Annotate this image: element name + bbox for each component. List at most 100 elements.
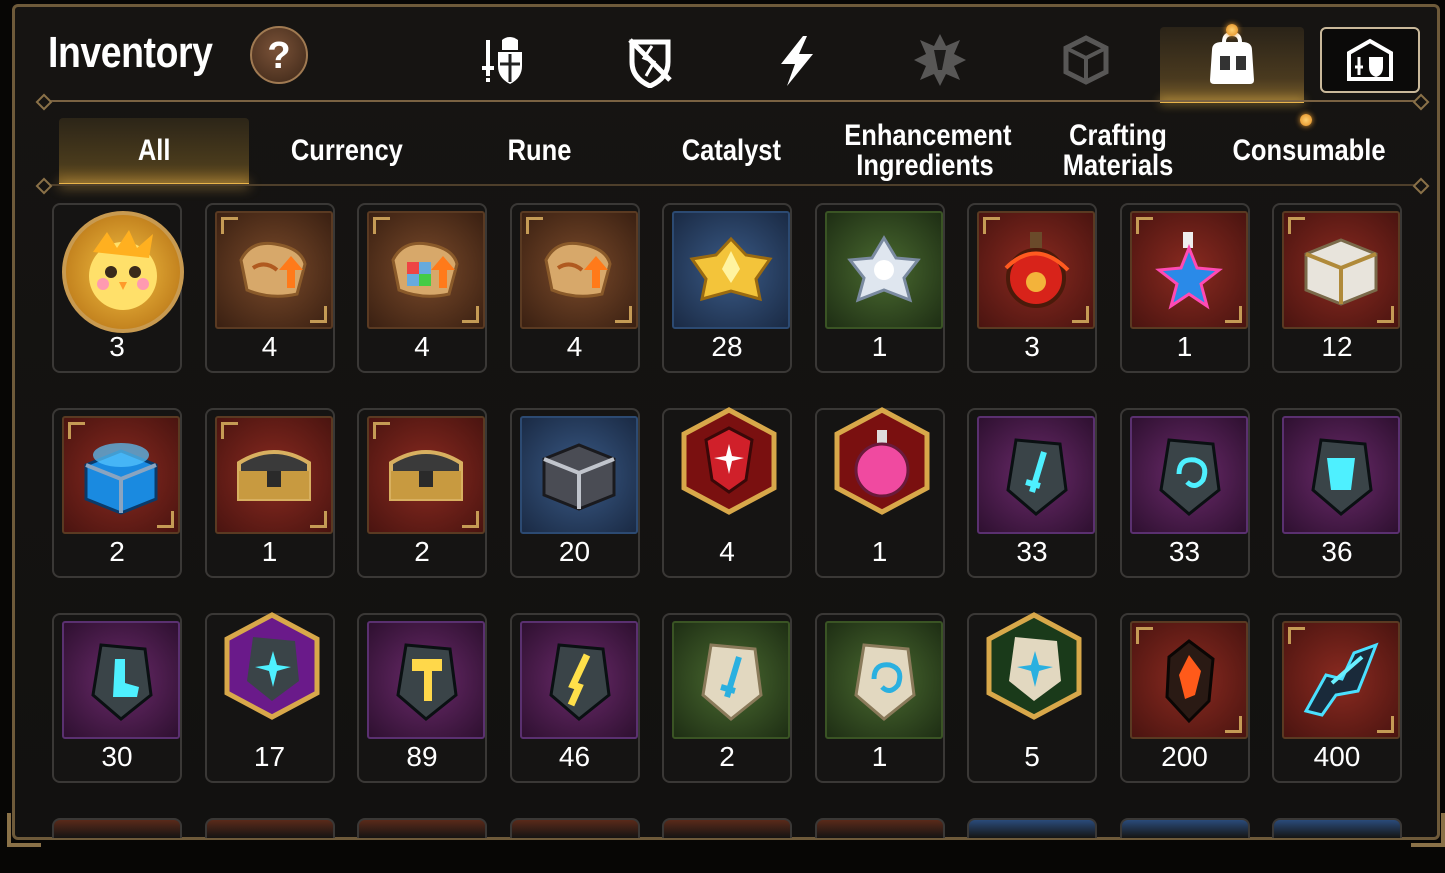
item-slot[interactable]: 5 (967, 612, 1097, 783)
item-slot[interactable] (509, 818, 640, 838)
item-slot[interactable]: 4 (509, 203, 640, 373)
tab-all[interactable]: All (59, 118, 249, 186)
item-slot[interactable]: 4 (357, 203, 487, 373)
frame-corner (220, 422, 238, 439)
item-slot[interactable]: 200 (1119, 613, 1250, 783)
broken-shield-tab[interactable] (620, 30, 680, 90)
item-slot[interactable]: 3 (52, 203, 184, 373)
frame-corner (373, 422, 390, 439)
item-slot[interactable]: 20 (509, 408, 640, 578)
cube-icon (1063, 35, 1109, 85)
cube-tab[interactable] (1056, 30, 1116, 90)
tab-rune[interactable]: Rune (448, 118, 630, 184)
item-slot[interactable] (662, 818, 792, 838)
item-count: 4 (566, 331, 583, 362)
bag-icon (1210, 31, 1254, 84)
gold-crystal-icon (672, 211, 790, 329)
star-rune-hex-icon (215, 609, 329, 723)
item-slot[interactable]: 12 (1272, 203, 1402, 373)
star-stone-hex-icon (977, 609, 1091, 723)
item-slot[interactable] (204, 818, 335, 838)
sword-shield-icon (482, 37, 522, 84)
artifact-emblem-icon (914, 34, 966, 86)
item-slot[interactable] (52, 818, 182, 838)
item-slot[interactable]: 17 (204, 612, 335, 783)
frame-corner (1224, 306, 1242, 323)
item-slot[interactable]: 1 (814, 203, 945, 373)
frame-corner (309, 511, 327, 528)
armor-rune-icon (1282, 416, 1400, 534)
item-slot[interactable]: 30 (52, 613, 182, 783)
item-count: 1 (871, 741, 888, 772)
equipment-tab[interactable] (474, 30, 534, 90)
item-slot[interactable]: 4 (204, 203, 335, 373)
silver-flower-icon (824, 211, 943, 329)
help-button[interactable]: ? (250, 26, 308, 84)
tab-crafting-materials[interactable]: Crafting Materials (1030, 118, 1206, 184)
item-slot[interactable]: 33 (967, 408, 1097, 578)
bolt-rune-icon (519, 621, 638, 739)
item-slot[interactable] (967, 818, 1097, 838)
item-slot[interactable]: 89 (357, 613, 487, 783)
item-slot[interactable] (1272, 818, 1402, 838)
notification-dot (1226, 24, 1238, 36)
item-count: 4 (414, 331, 430, 362)
item-slot[interactable] (814, 818, 945, 838)
tab-catalyst[interactable]: Catalyst (640, 118, 822, 184)
frame-corner (1288, 627, 1305, 644)
guild-button[interactable] (1320, 27, 1420, 93)
item-slot[interactable] (357, 818, 487, 838)
item-count: 4 (719, 536, 735, 567)
artifact-tab[interactable] (910, 30, 970, 90)
item-slot[interactable]: 1 (1119, 203, 1250, 373)
item-count: 20 (558, 536, 591, 567)
frame-corner (983, 217, 1000, 234)
item-slot[interactable]: 1 (814, 407, 945, 578)
item-slot[interactable]: 2 (52, 408, 182, 578)
lightning-tab[interactable] (767, 30, 827, 90)
spiral-rune-icon (1129, 416, 1248, 534)
item-slot[interactable]: 4 (662, 407, 792, 578)
page-title: Inventory (48, 28, 213, 77)
item-slot[interactable]: 2 (662, 613, 792, 783)
item-count: 400 (1313, 741, 1361, 772)
boot-rune-icon (62, 621, 180, 739)
item-slot[interactable]: 400 (1272, 613, 1402, 783)
frame-corner (1224, 716, 1242, 733)
item-count: 2 (414, 536, 430, 567)
item-slot[interactable]: 28 (662, 203, 792, 373)
item-slot[interactable]: 2 (357, 408, 487, 578)
item-slot[interactable]: 36 (1272, 408, 1402, 578)
item-count: 1 (261, 536, 278, 567)
frame-corner (309, 306, 327, 323)
tab-consumable[interactable]: Consumable (1214, 118, 1404, 184)
item-count: 30 (101, 741, 133, 772)
tab-enhancement-ingredients[interactable]: Enhancement Ingredients (830, 118, 1020, 184)
item-count: 1 (1176, 331, 1193, 362)
blue-chest-icon (62, 416, 180, 534)
frame-corner (220, 217, 238, 234)
item-count: 2 (109, 536, 125, 567)
item-slot[interactable] (1119, 818, 1250, 838)
rainbow-scroll-upgrade-icon (367, 211, 485, 329)
guild-icon (1347, 38, 1393, 81)
item-slot[interactable]: 46 (509, 613, 640, 783)
item-slot[interactable]: 1 (204, 408, 335, 578)
red-rune-hex-icon (672, 404, 786, 518)
silver-chest-icon (1282, 211, 1400, 329)
frame-corner (1377, 306, 1394, 323)
spiral-stone-icon (824, 621, 943, 739)
chick-portrait-icon (62, 211, 184, 333)
pink-potion-hex-icon (825, 404, 939, 518)
header-divider (40, 100, 1423, 102)
frame-corner (68, 422, 85, 439)
item-count: 28 (711, 331, 743, 362)
item-count: 5 (1024, 741, 1040, 772)
red-potion-icon (977, 211, 1095, 329)
item-slot[interactable]: 3 (967, 203, 1097, 373)
item-slot[interactable]: 33 (1119, 408, 1250, 578)
item-slot[interactable]: 1 (814, 613, 945, 783)
tab-currency[interactable]: Currency (256, 118, 438, 184)
frame-corner (373, 217, 390, 234)
item-count: 1 (871, 331, 888, 362)
